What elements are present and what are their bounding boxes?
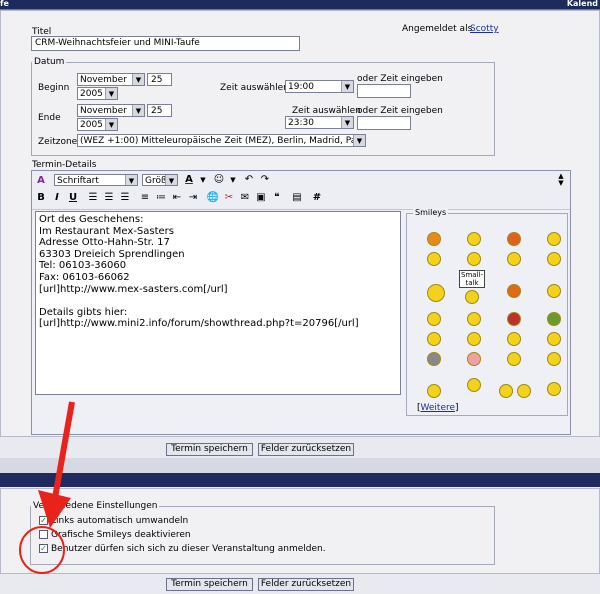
annotation-arrowhead	[38, 490, 71, 528]
annotation-circle	[19, 526, 65, 574]
annotation-overlay	[19, 401, 75, 574]
annotation-arrow-shaft	[52, 401, 75, 499]
